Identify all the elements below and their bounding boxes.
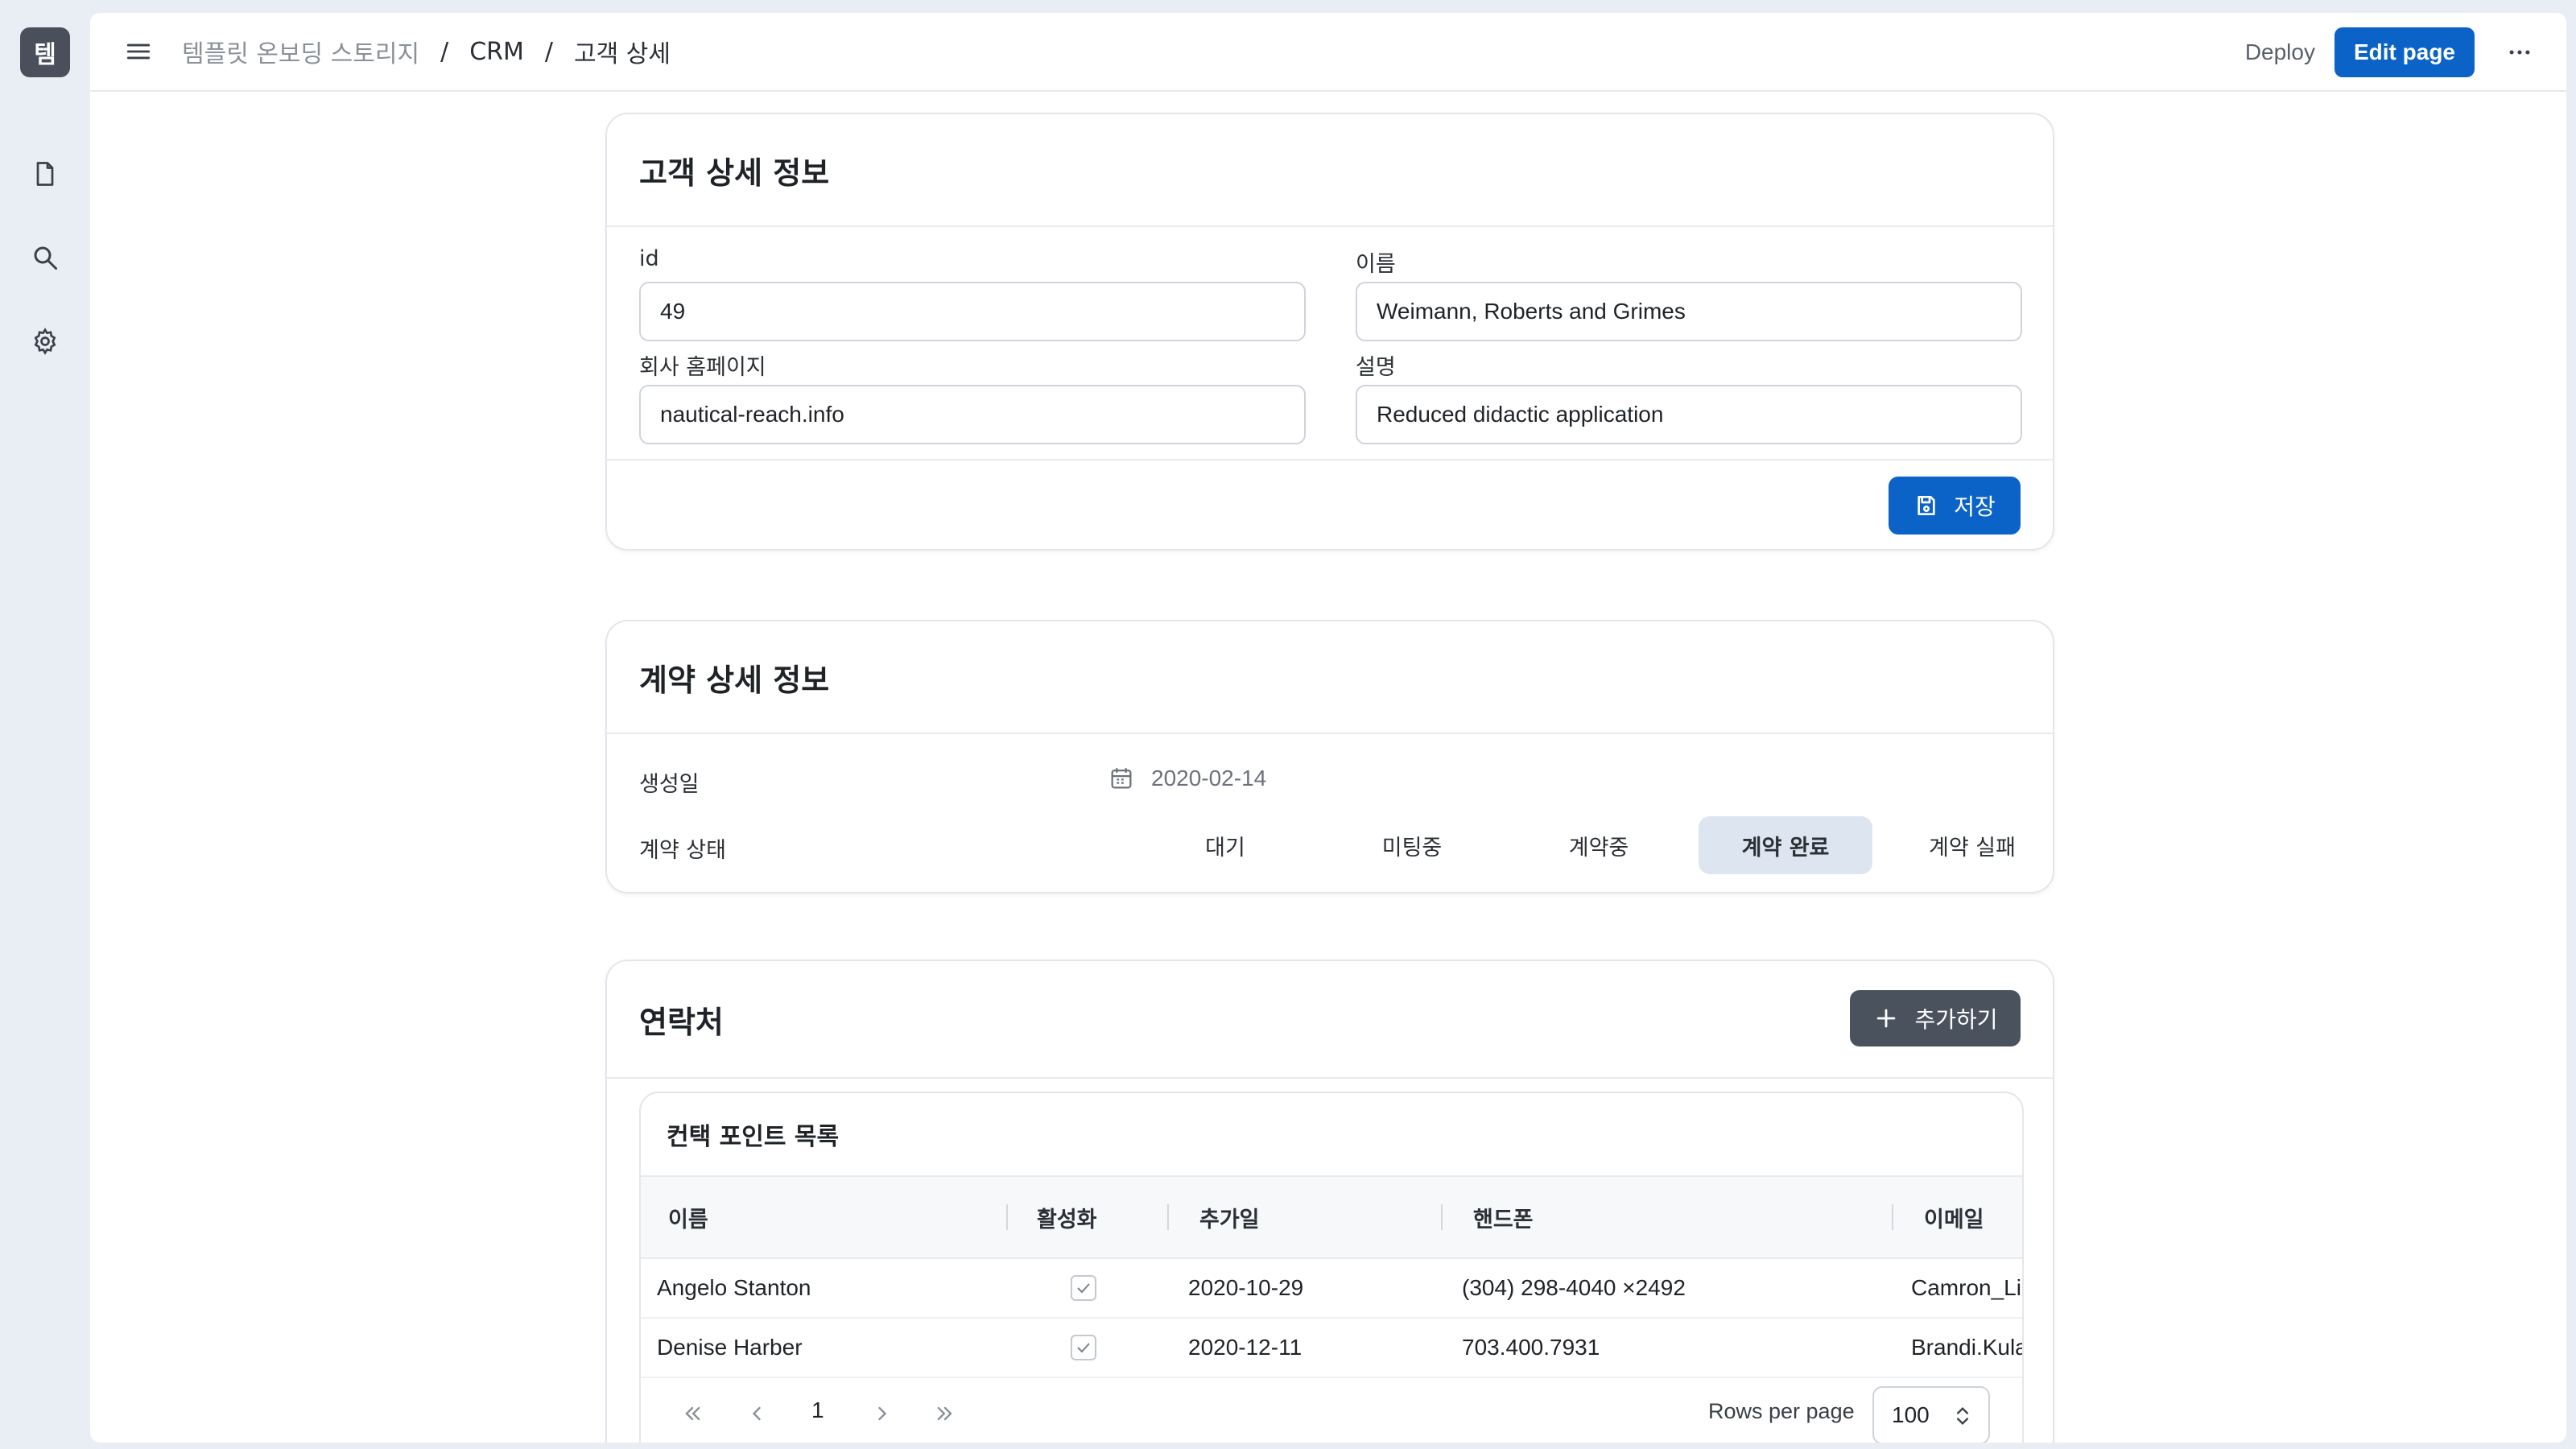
search-icon[interactable] bbox=[23, 235, 68, 280]
add-label: 추가하기 bbox=[1914, 1006, 1998, 1033]
calendar-icon bbox=[1111, 768, 1132, 789]
homepage-field[interactable] bbox=[639, 385, 1306, 444]
plus-icon bbox=[1877, 1009, 1896, 1028]
description-label: 설명 bbox=[1356, 355, 1396, 380]
table-row[interactable]: Denise Harber 2020-12-11 703.400.7931 Br… bbox=[641, 1319, 2022, 1378]
breadcrumb-item-current: 고객 상세 bbox=[573, 40, 671, 68]
pagination: 1 Rows per page 100 bbox=[641, 1378, 2022, 1443]
add-contact-button[interactable]: 추가하기 bbox=[1850, 990, 2021, 1046]
checkmark-icon bbox=[1077, 1343, 1090, 1353]
created-date-value: 2020-02-14 bbox=[1151, 766, 1267, 791]
breadcrumb-item-storage[interactable]: 템플릿 온보딩 스토리지 bbox=[182, 34, 419, 69]
active-checkbox[interactable] bbox=[1071, 1275, 1096, 1301]
save-button[interactable]: 저장 bbox=[1889, 477, 2021, 535]
status-option-waiting[interactable]: 대기 bbox=[1138, 816, 1312, 874]
name-label: 이름 bbox=[1356, 252, 1396, 277]
previous-page-icon[interactable] bbox=[741, 1397, 773, 1430]
status-option-meeting[interactable]: 미팅중 bbox=[1325, 816, 1499, 874]
card-title: 연락처 bbox=[639, 1004, 724, 1040]
cell-name: Angelo Stanton bbox=[657, 1275, 811, 1300]
cell-added: 2020-12-11 bbox=[1188, 1335, 1302, 1360]
status-option-completed[interactable]: 계약 완료 bbox=[1699, 816, 1872, 874]
top-bar: 템플릿 온보딩 스토리지 / CRM / 고객 상세 Deploy Edit p… bbox=[90, 13, 2566, 92]
rows-per-page-label: Rows per page bbox=[1708, 1399, 1855, 1423]
deploy-link[interactable]: Deploy bbox=[2245, 39, 2315, 65]
app-rail: 템 bbox=[0, 0, 90, 1449]
card-title: 계약 상세 정보 bbox=[639, 662, 830, 698]
homepage-label: 회사 홈페이지 bbox=[639, 355, 766, 380]
checkmark-icon bbox=[1077, 1283, 1090, 1294]
cell-email: Camron_Li bbox=[1911, 1275, 2021, 1300]
cell-added: 2020-10-29 bbox=[1188, 1275, 1304, 1300]
page-content: 고객 상세 정보 id 이름 회사 홈페이지 설명 저장 bbox=[90, 93, 2566, 1443]
customer-detail-card: 고객 상세 정보 id 이름 회사 홈페이지 설명 저장 bbox=[605, 113, 2054, 551]
column-header-email[interactable]: 이메일 bbox=[1924, 1177, 1984, 1257]
contact-table: 컨택 포인트 목록 이름 활성화 추가일 핸드폰 이메일 Angelo Stan… bbox=[639, 1092, 2024, 1443]
main-window: 템플릿 온보딩 스토리지 / CRM / 고객 상세 Deploy Edit p… bbox=[90, 13, 2566, 1443]
save-icon bbox=[1918, 496, 1935, 515]
save-label: 저장 bbox=[1954, 493, 1996, 520]
app-badge[interactable]: 템 bbox=[20, 27, 70, 77]
column-header-active[interactable]: 활성화 bbox=[1037, 1177, 1097, 1257]
table-header: 이름 활성화 추가일 핸드폰 이메일 bbox=[641, 1177, 2022, 1259]
id-field[interactable] bbox=[639, 282, 1306, 341]
name-field[interactable] bbox=[1356, 282, 2022, 341]
status-label: 계약 상태 bbox=[639, 838, 726, 863]
contract-detail-card: 계약 상세 정보 생성일 2020-02-14 계약 상태 대기 미팅중 계약중… bbox=[605, 620, 2054, 894]
column-header-added[interactable]: 추가일 bbox=[1199, 1177, 1260, 1257]
more-options-icon[interactable] bbox=[2497, 30, 2542, 75]
status-option-failed[interactable]: 계약 실패 bbox=[1885, 816, 2059, 874]
created-date-label: 생성일 bbox=[639, 772, 700, 797]
updown-chevron-icon bbox=[1957, 1407, 1968, 1425]
table-row[interactable]: Angelo Stanton 2020-10-29 (304) 298-4040… bbox=[641, 1259, 2022, 1319]
id-label: id bbox=[639, 246, 659, 271]
rows-per-page-select[interactable]: 100 bbox=[1872, 1386, 1990, 1443]
gear-icon[interactable] bbox=[23, 319, 68, 364]
breadcrumb: 템플릿 온보딩 스토리지 / CRM / 고객 상세 bbox=[182, 34, 671, 69]
cell-email: Brandi.Kula bbox=[1911, 1335, 2024, 1360]
first-page-icon[interactable] bbox=[676, 1397, 708, 1430]
last-page-icon[interactable] bbox=[929, 1397, 961, 1430]
column-header-phone[interactable]: 핸드폰 bbox=[1473, 1177, 1534, 1257]
cell-phone: (304) 298-4040 ×2492 bbox=[1462, 1275, 1686, 1300]
rows-per-page-value: 100 bbox=[1892, 1402, 1930, 1427]
edit-page-button[interactable]: Edit page bbox=[2334, 27, 2475, 77]
active-checkbox[interactable] bbox=[1071, 1335, 1096, 1360]
created-date-picker[interactable]: 2020-02-14 bbox=[1108, 765, 1266, 792]
column-header-name[interactable]: 이름 bbox=[668, 1177, 708, 1257]
next-page-icon[interactable] bbox=[866, 1397, 898, 1430]
menu-icon[interactable] bbox=[116, 29, 161, 74]
breadcrumb-separator: / bbox=[440, 37, 449, 66]
table-title: 컨택 포인트 목록 bbox=[641, 1093, 2022, 1177]
status-option-contracting[interactable]: 계약중 bbox=[1512, 816, 1686, 874]
status-segmented-control: 대기 미팅중 계약중 계약 완료 계약 실패 bbox=[1138, 816, 2072, 874]
cell-name: Denise Harber bbox=[657, 1335, 803, 1360]
cell-phone: 703.400.7931 bbox=[1462, 1335, 1600, 1360]
document-icon[interactable] bbox=[23, 151, 68, 196]
breadcrumb-item-crm[interactable]: CRM bbox=[469, 38, 524, 66]
description-field[interactable] bbox=[1356, 385, 2022, 444]
contacts-card: 연락처 추가하기 컨택 포인트 목록 이름 활성화 추가일 핸드폰 이메일 An… bbox=[605, 960, 2054, 1443]
current-page[interactable]: 1 bbox=[811, 1397, 824, 1423]
card-title: 고객 상세 정보 bbox=[639, 155, 830, 191]
breadcrumb-separator: / bbox=[544, 37, 553, 66]
